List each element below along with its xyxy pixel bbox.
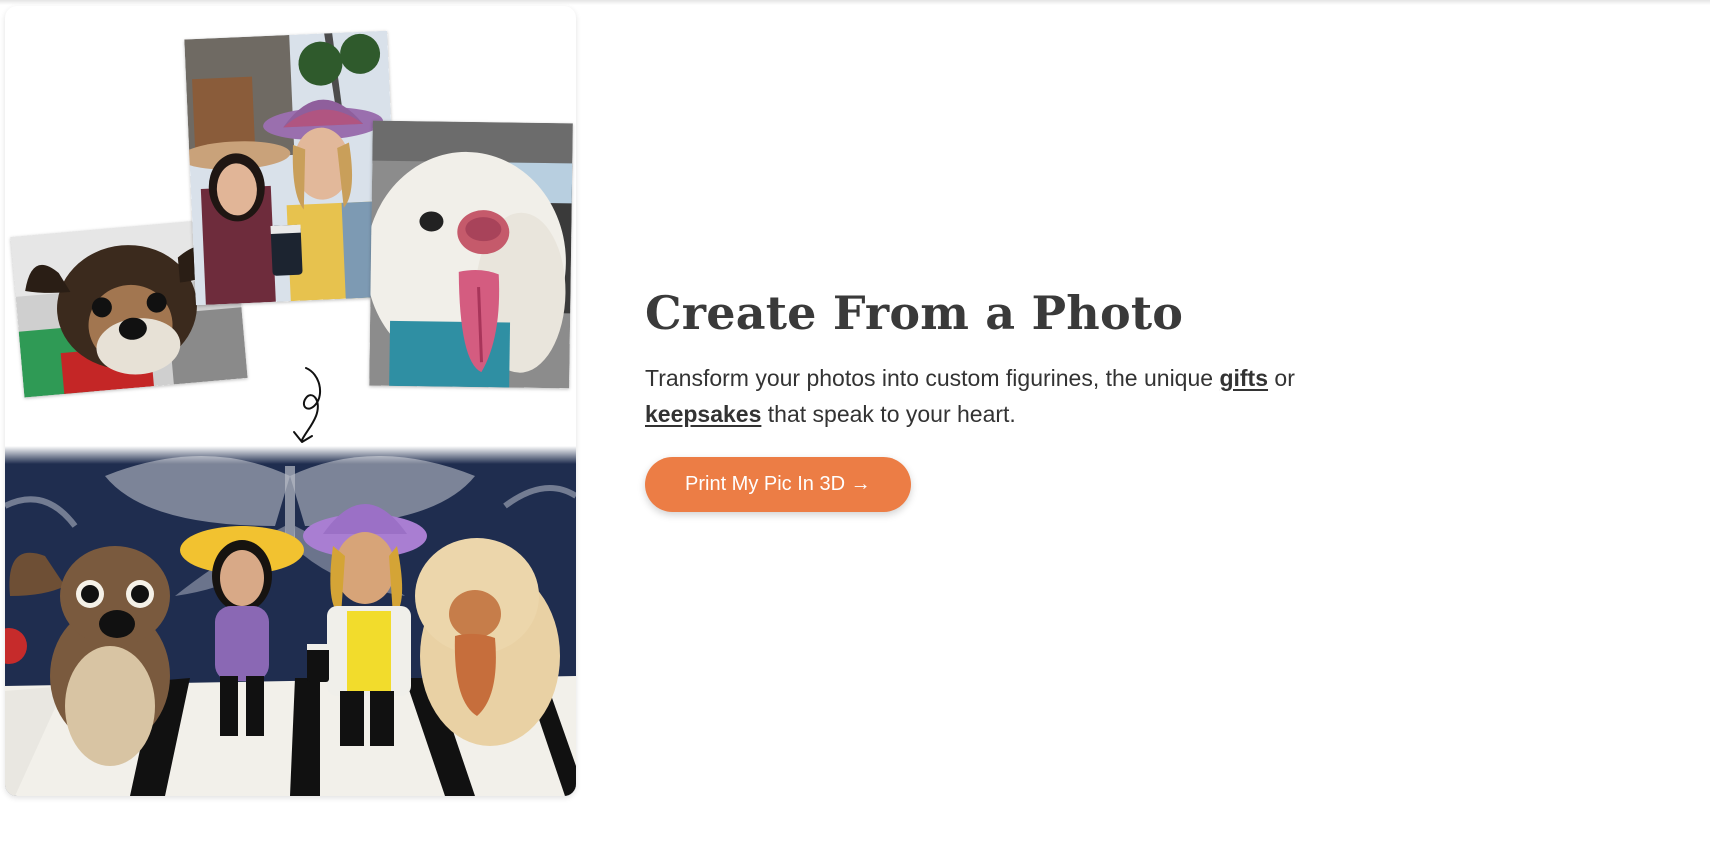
top-shadow xyxy=(0,0,1710,5)
description-text-end: that speak to your heart. xyxy=(761,401,1016,427)
keepsakes-link[interactable]: keepsakes xyxy=(645,401,761,427)
photo-collage-card xyxy=(5,6,576,796)
description-text-middle: or xyxy=(1268,365,1295,391)
hero-description: Transform your photos into custom figuri… xyxy=(645,360,1345,432)
couple-photo xyxy=(184,30,399,306)
description-text-start: Transform your photos into custom figuri… xyxy=(645,365,1220,391)
hero-content: Create From a Photo Transform your photo… xyxy=(645,282,1365,512)
page-title: Create From a Photo xyxy=(645,286,1184,340)
figurines-photo xyxy=(5,446,576,796)
gifts-link[interactable]: gifts xyxy=(1219,365,1268,391)
squiggle-arrow-icon xyxy=(293,367,322,443)
white-dog-photo xyxy=(369,120,573,389)
print-my-pic-button[interactable]: Print My Pic In 3D → xyxy=(645,457,911,512)
